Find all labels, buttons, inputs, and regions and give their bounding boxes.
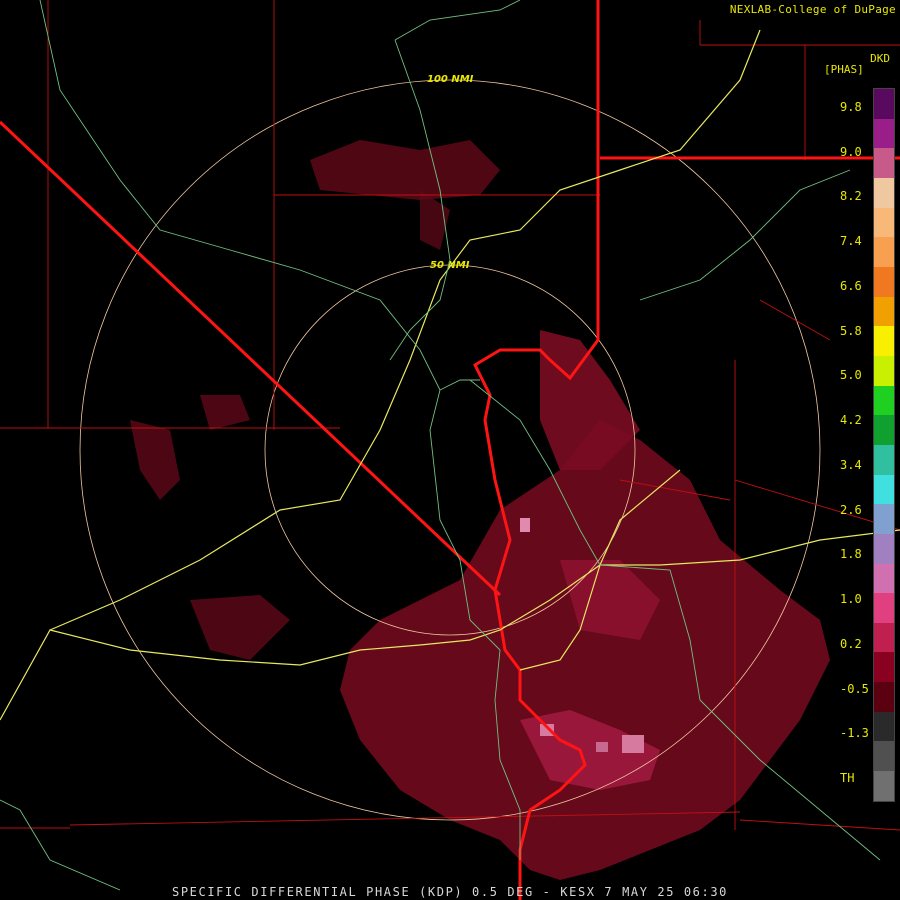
color-scale-segment <box>874 504 894 534</box>
color-scale-segment <box>874 177 894 208</box>
color-scale-segment <box>874 118 894 149</box>
color-scale-tick-label: -0.5 <box>840 681 869 696</box>
color-scale-tick-label: 9.8 <box>840 100 862 114</box>
color-scale-segment <box>874 266 894 297</box>
color-scale-segment <box>874 741 894 772</box>
color-scale-tick-label: 6.6 <box>840 278 862 293</box>
legend-product: [PHAS] <box>824 63 864 76</box>
legend-unit: DKD <box>870 52 890 65</box>
color-scale-segment <box>874 89 894 119</box>
color-scale-segment <box>874 148 894 178</box>
echo-light-spot <box>622 735 644 753</box>
color-scale-tick-label: 5.8 <box>840 323 862 338</box>
color-scale-segment <box>874 237 894 267</box>
color-scale-tick-label: 7.4 <box>840 234 862 249</box>
color-scale-segment <box>874 771 894 801</box>
source-credit: NEXLAB-College of DuPage <box>729 3 896 16</box>
color-scale-tick-label: 9.0 <box>840 144 862 159</box>
color-scale-segment <box>874 563 894 594</box>
color-scale-tick-label: 1.0 <box>840 592 862 607</box>
color-scale-segment <box>874 415 894 445</box>
color-scale-segment <box>874 711 894 742</box>
color-scale-tick-label: 8.2 <box>840 189 862 204</box>
radar-map: 100 NMI 50 NMI <box>0 0 900 900</box>
color-scale-tick-label: 2.6 <box>840 502 862 517</box>
echo-north <box>310 140 500 200</box>
color-scale-segment <box>874 622 894 653</box>
color-scale-tick-label: -1.3 <box>840 726 869 741</box>
color-scale-segment <box>874 444 894 475</box>
color-scale-tick-label: 5.0 <box>840 368 862 383</box>
echo-light-spot <box>596 742 608 752</box>
color-scale-bar <box>873 88 895 802</box>
color-scale-segment <box>874 593 894 623</box>
color-scale-tick-label: 3.4 <box>840 457 862 472</box>
color-scale-tick-label: 4.2 <box>840 413 862 428</box>
echo-light-spot <box>520 518 530 532</box>
color-scale-segment <box>874 533 894 564</box>
color-scale-tick-label: TH <box>840 771 855 785</box>
product-caption: SPECIFIC DIFFERENTIAL PHASE (KDP) 0.5 DE… <box>172 885 728 899</box>
color-scale-tick-label: 1.8 <box>840 547 862 562</box>
color-scale-segment <box>874 355 894 386</box>
color-scale-segment <box>874 326 894 356</box>
color-scale-segment <box>874 652 894 683</box>
color-scale-segment <box>874 474 894 505</box>
color-scale-segment <box>874 682 894 712</box>
color-scale-segment <box>874 207 894 238</box>
color-scale-tick-label: 0.2 <box>840 636 862 651</box>
color-scale-segment <box>874 296 894 327</box>
color-scale-segment <box>874 385 894 416</box>
range-ring-100-label: 100 NMI <box>427 74 474 85</box>
